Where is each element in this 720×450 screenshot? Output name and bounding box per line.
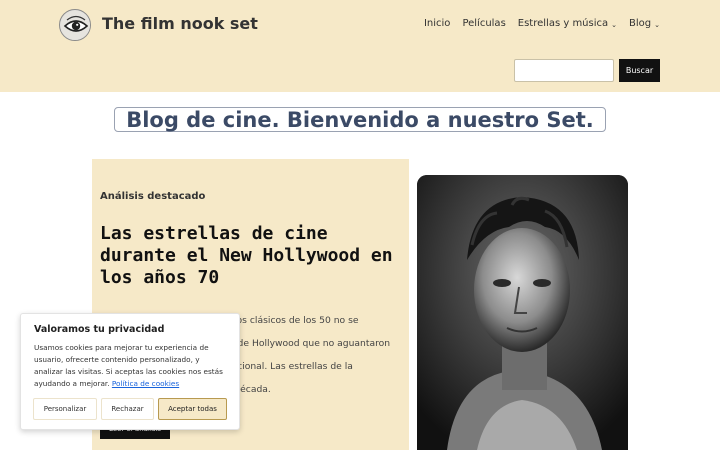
nav-item-peliculas[interactable]: Películas [462, 18, 505, 29]
cookie-text: Usamos cookies para mejorar tu experienc… [34, 342, 230, 390]
nav-item-label: Blog [629, 18, 652, 29]
search-button[interactable]: Buscar [619, 59, 660, 82]
site-header: The film nook set Inicio Películas Estre… [0, 0, 720, 92]
personalize-button[interactable]: Personalizar [33, 398, 97, 420]
search-input[interactable] [514, 59, 614, 82]
chevron-down-icon: ⌄ [611, 20, 618, 29]
eye-icon[interactable] [59, 9, 91, 41]
article-title[interactable]: Las estrellas de cine durante el New Hol… [100, 223, 400, 289]
cookie-consent-banner: Valoramos tu privacidad Usamos cookies p… [20, 313, 240, 430]
page-title: Blog de cine. Bienvenido a nuestro Set. [126, 107, 594, 132]
nav-item-estrellas[interactable]: Estrellas y música ⌄ [518, 18, 617, 29]
site-title[interactable]: The film nook set [102, 14, 258, 33]
cookie-title: Valoramos tu privacidad [34, 324, 165, 335]
cookie-policy-link[interactable]: Política de cookies [112, 379, 179, 388]
nav-item-blog[interactable]: Blog ⌄ [629, 18, 660, 29]
nav-item-label: Inicio [423, 18, 451, 29]
main-nav: Inicio Películas Estrellas y música ⌄ Bl… [424, 18, 660, 29]
chevron-down-icon: ⌄ [654, 20, 660, 29]
featured-image[interactable] [417, 175, 628, 450]
nav-item-label: Películas [462, 18, 506, 29]
reject-button[interactable]: Rechazar [101, 398, 154, 420]
accept-all-button[interactable]: Aceptar todas [158, 398, 227, 420]
blog-banner: Blog de cine. Bienvenido a nuestro Set. [114, 107, 606, 132]
featured-label: Análisis destacado [100, 191, 206, 202]
nav-item-label: Estrellas y música [517, 18, 609, 29]
nav-item-inicio[interactable]: Inicio [424, 18, 450, 29]
